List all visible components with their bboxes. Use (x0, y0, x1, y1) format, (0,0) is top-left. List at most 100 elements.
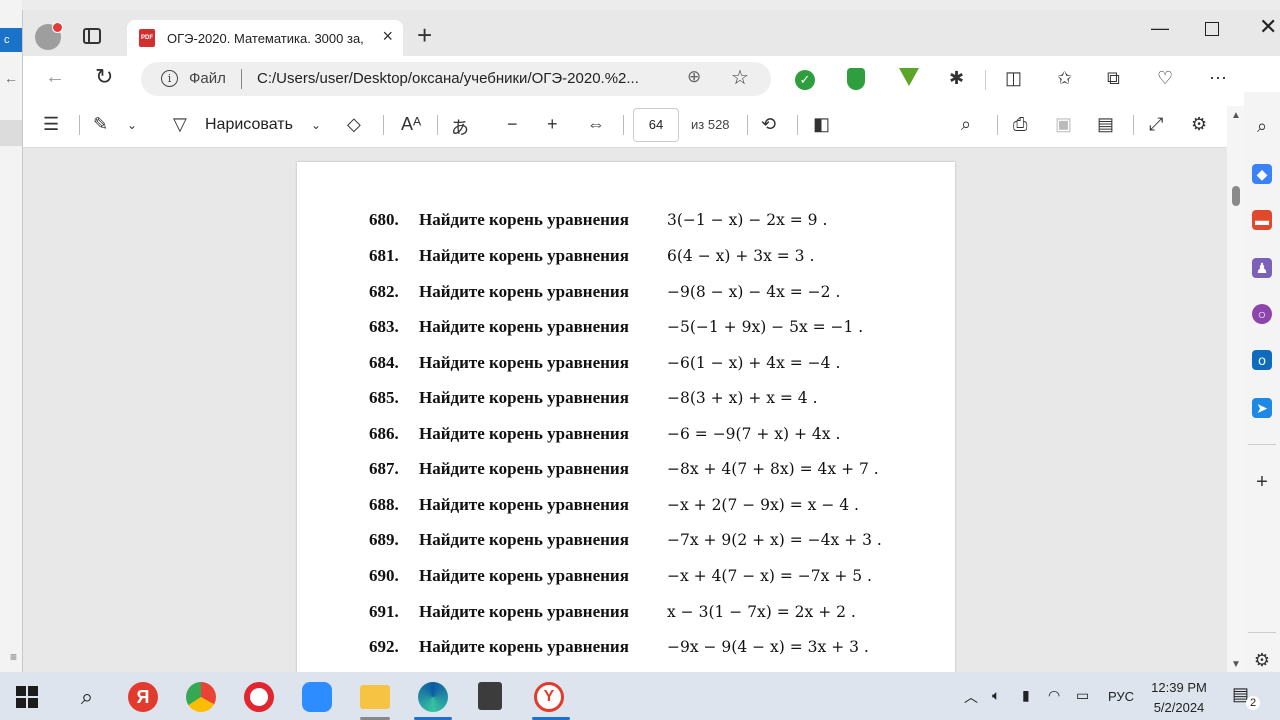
page-view-icon[interactable]: ◧ (813, 114, 830, 135)
scroll-down-icon[interactable]: ▼ (1231, 659, 1241, 670)
toolbar-divider (623, 115, 624, 135)
save-as-icon[interactable]: ▤ (1097, 114, 1114, 135)
edge-sidebar: ⌕ ◆ ▬ ♟ ○ o ➤ + ⚙ (1244, 92, 1280, 672)
microphone-icon[interactable]: ▮ (1022, 687, 1030, 704)
problem-item: 688. Найдите корень уравнения −x + 2(7 − 9… (369, 495, 859, 514)
more-menu-icon[interactable]: ⋯ (1209, 68, 1227, 89)
wifi-icon[interactable]: ◠ (1048, 687, 1060, 704)
chevron-down-icon[interactable]: ⌄ (127, 118, 137, 132)
sidebar-divider (1248, 444, 1276, 445)
toolbar-divider (997, 115, 998, 135)
highlight-icon[interactable]: ✎ (93, 114, 108, 135)
opera-icon[interactable] (244, 682, 274, 712)
toolbar-divider (747, 115, 748, 135)
pdf-toolbar: ☰ ✎ ⌄ ▽ Нарисовать ⌄ ◇ Aᴬ あ − + ⇔ 64 из … (23, 102, 1245, 148)
zoom-app-icon[interactable] (302, 682, 332, 712)
minimize-icon[interactable]: — (1151, 18, 1169, 39)
extension-download-icon[interactable] (899, 68, 919, 86)
battery-icon[interactable]: ▭ (1076, 687, 1089, 704)
windows-start-icon[interactable] (16, 686, 38, 708)
scroll-up-icon[interactable]: ▲ (1231, 110, 1241, 121)
page-total-label: из 528 (691, 117, 730, 132)
calculator-icon[interactable] (478, 682, 502, 710)
chrome-icon[interactable] (186, 682, 216, 712)
problem-item: 691. Найдите корень уравнения x − 3(1 − 7x… (369, 602, 856, 621)
tab-actions-icon[interactable] (83, 28, 101, 44)
sidebar-add-icon[interactable]: + (1252, 472, 1272, 492)
extensions-puzzle-icon[interactable]: ✱ (949, 68, 964, 89)
settings-gear-icon[interactable]: ⚙ (1191, 114, 1207, 135)
yandex-app-icon[interactable]: Y (534, 682, 564, 712)
fit-width-icon[interactable]: ⇔ (587, 114, 605, 135)
favorite-star-icon[interactable]: ☆ (731, 65, 749, 90)
address-bar[interactable]: i Файл C:/Users/user/Desktop/оксана/учеб… (141, 62, 771, 96)
taskbar: ⌕ Я Y ︿ 🔈︎ ▮ ◠ ▭ РУС 12:39 PM 5/2/2024 ▤… (0, 672, 1280, 720)
zoom-in-icon[interactable]: + (547, 114, 558, 135)
clock[interactable]: 12:39 PM 5/2/2024 (1148, 678, 1210, 718)
sidebar-outlook-icon[interactable]: o (1252, 350, 1272, 370)
collections-icon[interactable]: ⧉ (1107, 68, 1120, 89)
back-arrow-icon[interactable]: ← (45, 66, 65, 89)
table-of-contents-icon[interactable]: ☰ (43, 114, 59, 135)
sidebar-people-icon[interactable]: ♟ (1252, 258, 1272, 278)
profile-avatar-icon[interactable] (35, 22, 63, 50)
sidebar-settings-gear-icon[interactable]: ⚙ (1252, 650, 1272, 670)
tab-bar: PDF ОГЭ-2020. Математика. 3000 за, × + —… (23, 10, 1280, 56)
close-window-icon[interactable]: ✕ (1259, 14, 1277, 40)
toolbar-divider (437, 115, 438, 135)
eraser-icon[interactable]: ◇ (347, 114, 361, 135)
taskbar-search-icon[interactable]: ⌕ (72, 682, 102, 712)
extension-check-icon[interactable]: ✓ (795, 70, 815, 90)
tab-title: ОГЭ-2020. Математика. 3000 за, (167, 31, 364, 46)
browser-essentials-icon[interactable]: ♡ (1157, 68, 1173, 89)
sidebar-search-icon[interactable]: ⌕ (1252, 116, 1272, 136)
draw-button[interactable]: Нарисовать (205, 116, 293, 134)
site-info-icon[interactable]: i (161, 70, 178, 87)
rotate-icon[interactable]: ⟲ (761, 114, 776, 135)
problem-item: 690. Найдите корень уравнения −x + 4(7 − x… (369, 566, 872, 585)
problem-item: 683. Найдите корень уравнения −5(−1 + 9x) … (369, 317, 864, 336)
problem-item: 689. Найдите корень уравнения −7x + 9(2 + … (369, 530, 882, 549)
draw-pen-icon[interactable]: ▽ (173, 114, 187, 135)
read-aloud-icon[interactable]: Aᴬ (401, 114, 421, 135)
zoom-out-icon[interactable]: − (507, 114, 518, 135)
print-icon[interactable]: ⎙ (1013, 114, 1027, 135)
maximize-icon[interactable] (1205, 22, 1219, 36)
notification-count-badge: 2 (1246, 696, 1260, 710)
extension-shield-icon[interactable] (847, 68, 865, 90)
close-tab-icon[interactable]: × (382, 26, 393, 47)
problem-item: 680. Найдите корень уравнения 3(−1 − x) − … (369, 210, 828, 229)
vertical-scrollbar[interactable]: ▲ ▼ (1227, 106, 1245, 672)
chevron-down-icon[interactable]: ⌄ (311, 118, 321, 132)
sidebar-send-icon[interactable]: ➤ (1252, 398, 1272, 418)
tray-chevron-up-icon[interactable]: ︿ (964, 687, 978, 707)
split-screen-icon[interactable]: ◫ (1005, 68, 1022, 89)
translate-icon[interactable]: あ (451, 114, 469, 140)
sidebar-shopping-tag-icon[interactable]: ◆ (1252, 164, 1272, 184)
url-text[interactable]: C:/Users/user/Desktop/оксана/учебники/ОГ… (257, 70, 677, 87)
problem-item: 684. Найдите корень уравнения −6(1 − x) + … (369, 353, 841, 372)
edge-browser-icon[interactable] (418, 682, 448, 712)
favorites-icon[interactable]: ✩ (1057, 68, 1072, 89)
fullscreen-icon[interactable]: ⤢ (1149, 114, 1163, 135)
search-icon[interactable]: ⌕ (961, 114, 971, 135)
sidebar-office-icon[interactable]: ○ (1252, 304, 1272, 324)
yandex-browser-icon[interactable]: Я (128, 682, 158, 712)
toolbar-divider (1133, 115, 1134, 135)
problem-item: 682. Найдите корень уравнения −9(8 − x) − … (369, 282, 841, 301)
tab-pdf-document[interactable]: PDF ОГЭ-2020. Математика. 3000 за, × (127, 20, 403, 56)
save-icon[interactable]: ▣ (1055, 114, 1072, 135)
clock-date: 5/2/2024 (1153, 700, 1205, 715)
language-indicator[interactable]: РУС (1108, 689, 1134, 704)
clock-time: 12:39 PM (1151, 680, 1207, 695)
new-tab-icon[interactable]: + (417, 22, 432, 48)
pdf-page: 680. Найдите корень уравнения 3(−1 − x) − … (297, 162, 955, 672)
sidebar-tools-icon[interactable]: ▬ (1252, 210, 1272, 230)
file-explorer-icon[interactable] (360, 685, 390, 709)
zoom-icon[interactable]: ⊕ (687, 67, 701, 87)
background-window-tab[interactable]: c (0, 28, 22, 52)
page-number-input[interactable]: 64 (633, 108, 679, 142)
scrollbar-thumb[interactable] (1232, 186, 1240, 206)
volume-icon[interactable]: 🔈︎ (992, 687, 1000, 704)
refresh-icon[interactable]: ↻ (95, 64, 113, 90)
